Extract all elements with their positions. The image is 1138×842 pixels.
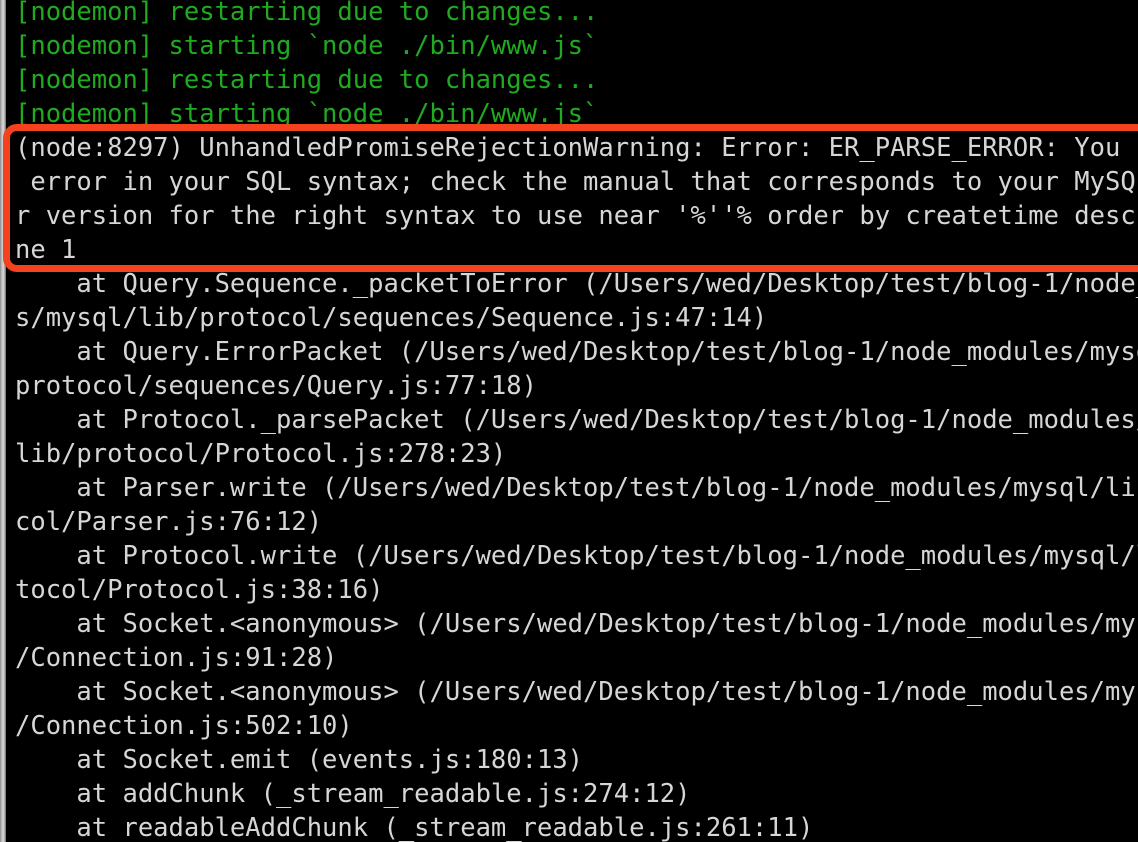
terminal-line: col/Parser.js:76:12) [15,507,323,537]
terminal-line: at readableAddChunk (_stream_readable.js… [15,813,814,842]
terminal-line: r version for the right syntax to use ne… [15,201,1138,231]
terminal-line: [nodemon] restarting due to changes... [15,65,599,95]
terminal-line: at addChunk (_stream_readable.js:274:12) [15,779,691,809]
terminal-line: at Socket.emit (events.js:180:13) [15,745,584,775]
terminal-line: error in your SQL syntax; check the manu… [15,167,1138,197]
terminal-line: /Connection.js:502:10) [15,711,353,741]
terminal-line: at Protocol._parsePacket (/Users/wed/Des… [15,405,1138,435]
terminal-line: protocol/sequences/Query.js:77:18) [15,371,537,401]
terminal-line: lib/protocol/Protocol.js:278:23) [15,439,507,469]
terminal-output-pane[interactable]: [nodemon] restarting due to changes... [… [6,0,1138,842]
terminal-line: [nodemon] starting `node ./bin/www.js` [15,31,599,61]
terminal-screenshot: [nodemon] restarting due to changes... [… [0,0,1138,842]
terminal-line: at Socket.<anonymous> (/Users/wed/Deskto… [15,677,1138,707]
terminal-line: at Parser.write (/Users/wed/Desktop/test… [15,473,1138,503]
terminal-line: ne 1 [15,235,77,265]
terminal-line: tocol/Protocol.js:38:16) [15,575,384,605]
terminal-line: /Connection.js:91:28) [15,643,338,673]
terminal-line: (node:8297) UnhandledPromiseRejectionWar… [15,133,1138,163]
terminal-line: [nodemon] starting `node ./bin/www.js` [15,99,599,129]
terminal-line: at Query.ErrorPacket (/Users/wed/Desktop… [15,337,1138,367]
terminal-line: at Socket.<anonymous> (/Users/wed/Deskto… [15,609,1138,639]
window-scrollbar-gutter[interactable] [0,0,6,842]
terminal-line: s/mysql/lib/protocol/sequences/Sequence.… [15,303,768,333]
terminal-line: at Query.Sequence._packetToError (/Users… [15,269,1138,299]
terminal-line: [nodemon] restarting due to changes... [15,0,599,27]
terminal-line: at Protocol.write (/Users/wed/Desktop/te… [15,541,1138,571]
